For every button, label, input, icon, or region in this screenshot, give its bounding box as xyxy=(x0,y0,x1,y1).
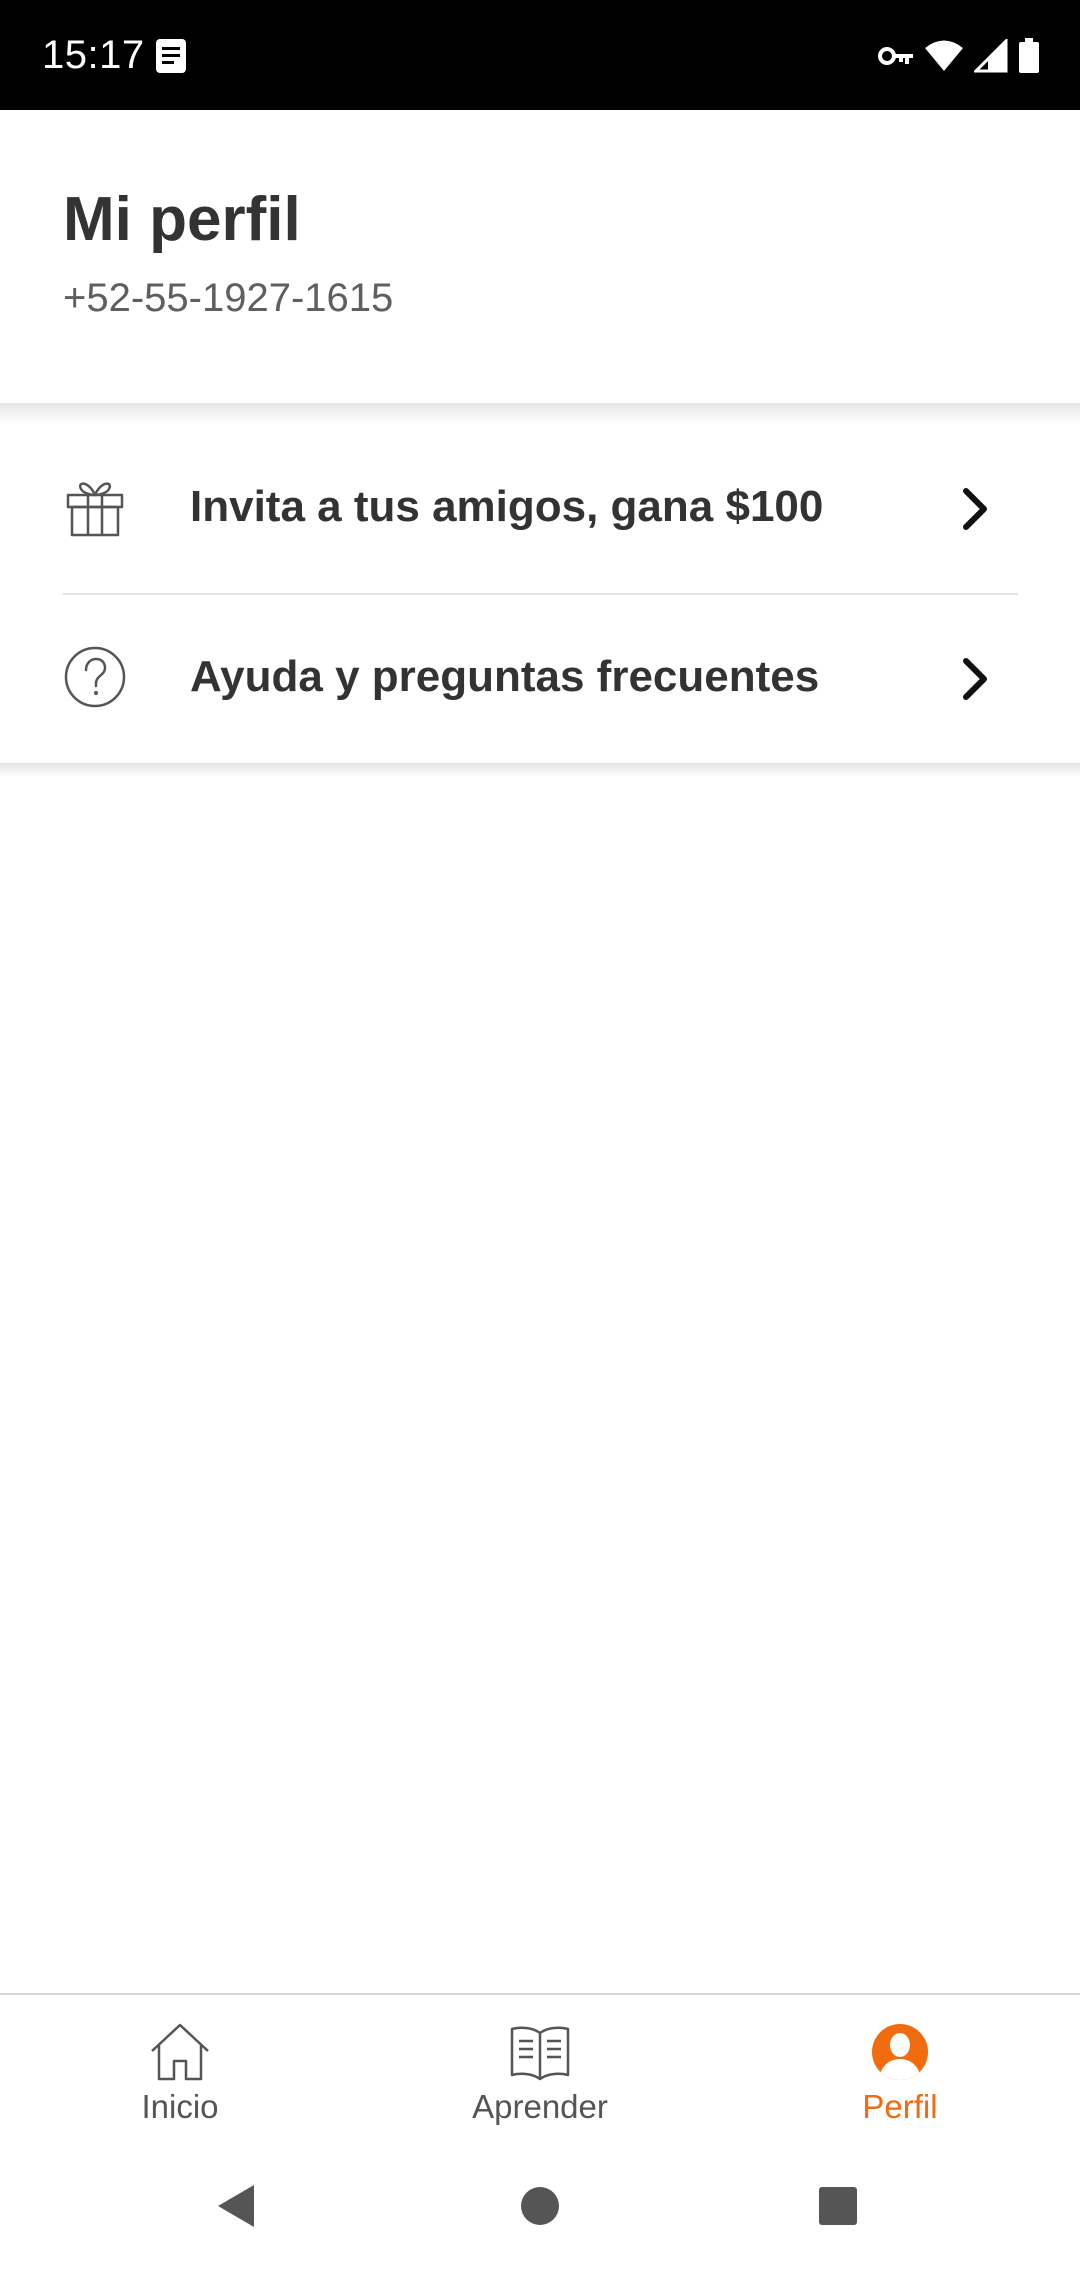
invite-friends-label: Invita a tus amigos, gana $100 xyxy=(190,482,824,531)
status-icons xyxy=(878,36,1040,76)
profile-icon xyxy=(872,2024,928,2080)
status-bar: 15:17 xyxy=(0,0,1080,110)
system-nav-bar xyxy=(0,2145,1080,2270)
home-circle-icon[interactable] xyxy=(517,2183,563,2229)
invite-friends-item[interactable]: Invita a tus amigos, gana $100 xyxy=(0,425,1080,595)
chevron-right-icon xyxy=(963,658,987,700)
book-icon xyxy=(510,2026,570,2081)
menu-shadow xyxy=(0,763,1080,777)
phone-number: +52-55-1927-1615 xyxy=(63,276,394,320)
battery-icon xyxy=(1019,38,1039,73)
nav-aprender-label: Aprender xyxy=(472,2088,608,2125)
header-shadow xyxy=(0,403,1080,425)
nav-inicio[interactable]: Inicio xyxy=(0,1995,360,2145)
bottom-nav: Inicio Aprender Perfil xyxy=(0,1993,1080,2145)
help-faq-item[interactable]: Ayuda y preguntas frecuentes xyxy=(0,595,1080,765)
status-time: 15:17 xyxy=(42,33,145,77)
help-faq-label: Ayuda y preguntas frecuentes xyxy=(190,652,820,701)
vpn-key-icon xyxy=(878,47,913,65)
chevron-right-icon xyxy=(963,488,987,530)
wifi-icon xyxy=(925,40,963,71)
nav-inicio-label: Inicio xyxy=(141,2088,219,2125)
notification-note-icon xyxy=(156,39,186,73)
nav-perfil[interactable]: Perfil xyxy=(720,1995,1080,2145)
nav-aprender[interactable]: Aprender xyxy=(360,1995,720,2145)
profile-menu: Invita a tus amigos, gana $100 Ayuda y p… xyxy=(0,425,1080,763)
nav-perfil-label: Perfil xyxy=(862,2088,938,2125)
help-circle-icon xyxy=(64,646,126,708)
profile-header: Mi perfil +52-55-1927-1615 xyxy=(0,110,1080,405)
page-title: Mi perfil xyxy=(63,185,301,254)
signal-icon xyxy=(974,39,1008,73)
back-icon[interactable] xyxy=(214,2183,260,2229)
recents-square-icon[interactable] xyxy=(815,2183,861,2229)
gift-icon xyxy=(66,482,124,537)
home-icon xyxy=(151,2023,209,2081)
